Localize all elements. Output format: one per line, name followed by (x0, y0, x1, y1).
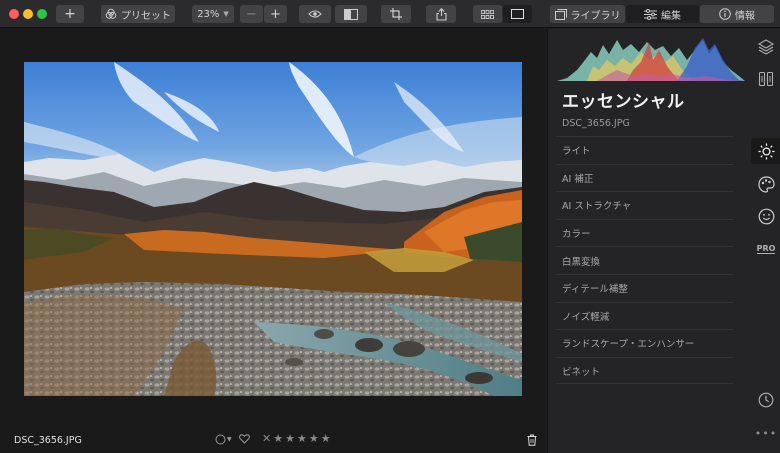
history-button[interactable] (756, 390, 776, 410)
tool-details[interactable]: ディテール補整 (556, 273, 733, 302)
info-tab[interactable]: 情報 (700, 5, 774, 23)
zoom-out-button[interactable]: − (240, 5, 263, 23)
grid-icon (481, 9, 494, 19)
edit-label: 編集 (661, 10, 681, 22)
single-view-button[interactable] (503, 5, 532, 23)
library-label: ライブラリ (570, 10, 621, 22)
canvas-button[interactable] (756, 69, 776, 89)
library-icon (554, 8, 567, 20)
eye-icon (308, 10, 322, 18)
clock-icon (758, 392, 774, 408)
favorite-button[interactable] (239, 432, 250, 446)
tool-denoise[interactable]: ノイズ軽減 (556, 301, 733, 330)
layers-button[interactable] (756, 37, 776, 57)
zoom-in-label: + (270, 6, 281, 22)
more-icon: ••• (754, 426, 778, 440)
share-icon (435, 7, 447, 21)
delete-button[interactable] (527, 431, 537, 450)
add-label: + (64, 6, 76, 22)
info-label: 情報 (735, 10, 755, 22)
edit-panel: エッセンシャル DSC_3656.JPG ライト AI 補正 AI ストラクチャ… (547, 29, 780, 453)
grid-view-button[interactable] (473, 5, 502, 23)
tool-vignette[interactable]: ビネット (556, 356, 733, 385)
tool-landscape-enhancer[interactable]: ランドスケープ・エンハンサー (556, 329, 733, 357)
single-image-icon (511, 9, 524, 19)
share-button[interactable] (426, 5, 456, 23)
color-label-control[interactable]: ▼ (215, 432, 232, 446)
sun-icon (758, 143, 774, 159)
toolbar: + プリセット 23% ▼ − + ライブラリ 編集 情報 (0, 0, 780, 28)
tool-ai-enhance[interactable]: AI 補正 (556, 163, 733, 192)
tool-ai-structure[interactable]: AI ストラクチャ (556, 191, 733, 219)
presets-label: プリセット (121, 10, 171, 22)
library-tab[interactable]: ライブラリ (550, 5, 625, 23)
panel-filename: DSC_3656.JPG (562, 118, 630, 129)
split-view-icon (344, 8, 358, 20)
zoom-value: 23% (197, 8, 220, 20)
star-5[interactable]: ★ (321, 432, 331, 445)
canvas-tools-icon (758, 71, 774, 87)
panel-title: エッセンシャル (562, 92, 685, 112)
minimize-window-button[interactable] (23, 9, 33, 19)
zoom-out-label: − (246, 6, 257, 22)
star-3[interactable]: ★ (297, 432, 307, 445)
landscape-photo (24, 62, 522, 396)
zoom-window-button[interactable] (37, 9, 47, 19)
image-canvas: DSC_3656.JPG ▼ ✕ ★ ★ ★ ★ ★ (0, 29, 546, 453)
star-1[interactable]: ★ (273, 432, 283, 445)
info-icon (719, 8, 731, 20)
pro-label: PRO (756, 244, 776, 254)
reject-button[interactable]: ✕ (262, 432, 271, 445)
crop-button[interactable] (381, 5, 411, 23)
star-4[interactable]: ★ (309, 432, 319, 445)
trash-icon (527, 434, 537, 446)
smiley-icon (758, 208, 774, 224)
essentials-button[interactable] (751, 138, 780, 164)
chevron-down-icon: ▼ (223, 10, 229, 18)
canvas-filename: DSC_3656.JPG (14, 435, 82, 446)
tool-list: ライト AI 補正 AI ストラクチャ カラー 白黒変換 ディテール補整 ノイズ… (556, 136, 733, 385)
rating-stars: ✕ ★ ★ ★ ★ ★ (262, 432, 331, 445)
color-label-circle-icon (215, 434, 226, 444)
presets-button[interactable]: プリセット (101, 5, 175, 23)
tool-light[interactable]: ライト (556, 136, 733, 164)
pro-button[interactable]: PRO (756, 239, 776, 259)
crop-icon (390, 8, 402, 20)
portrait-button[interactable] (756, 206, 776, 226)
more-button[interactable]: ••• (754, 423, 778, 443)
tool-black-white[interactable]: 白黒変換 (556, 246, 733, 274)
creative-button[interactable] (756, 174, 776, 194)
chevron-down-icon: ▼ (227, 435, 232, 443)
sliders-icon (644, 8, 657, 20)
presets-icon (105, 8, 117, 19)
tool-color[interactable]: カラー (556, 218, 733, 247)
palette-icon (757, 175, 775, 193)
layers-icon (758, 39, 774, 55)
preview-toggle-button[interactable] (299, 5, 331, 23)
heart-icon (239, 434, 250, 444)
photo-preview[interactable] (24, 62, 522, 396)
histogram (557, 30, 745, 81)
add-button[interactable]: + (56, 5, 84, 23)
zoom-in-button[interactable]: + (264, 5, 287, 23)
zoom-select[interactable]: 23% ▼ (192, 5, 234, 23)
edit-tab[interactable]: 編集 (626, 5, 699, 23)
close-window-button[interactable] (9, 9, 19, 19)
star-2[interactable]: ★ (285, 432, 295, 445)
compare-button[interactable] (335, 5, 367, 23)
tool-category-bar: PRO ••• (751, 29, 780, 453)
